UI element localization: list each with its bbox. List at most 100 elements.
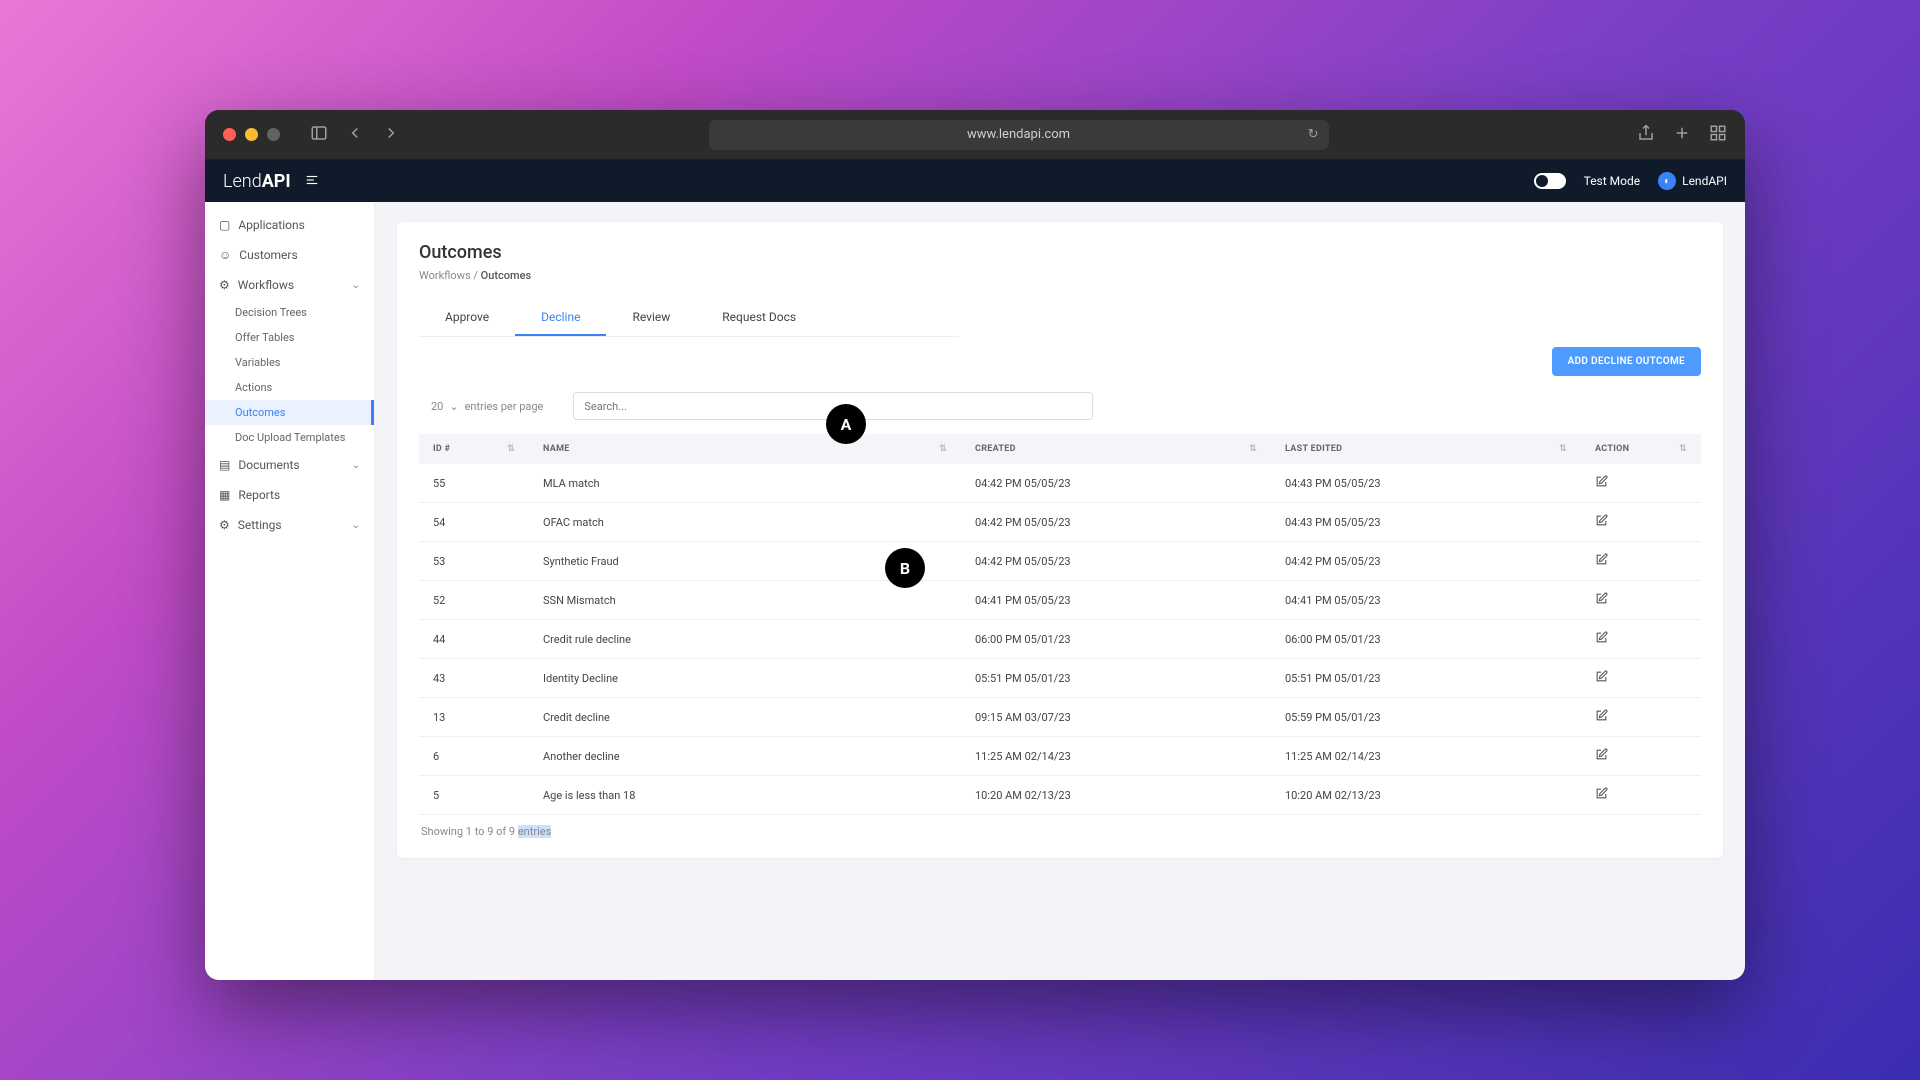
card: Outcomes Workflows / Outcomes ApproveDec… — [397, 222, 1723, 858]
reload-icon[interactable]: ↻ — [1308, 127, 1319, 142]
cell-last-edited: 04:42 PM 05/05/23 — [1271, 542, 1581, 581]
cell-last-edited: 06:00 PM 05/01/23 — [1271, 620, 1581, 659]
cell-name: OFAC match — [529, 503, 961, 542]
test-mode-label: Test Mode — [1584, 174, 1641, 188]
table-row: 6Another decline11:25 AM 02/14/2311:25 A… — [419, 737, 1701, 776]
browser-titlebar: www.lendapi.com ↻ — [205, 110, 1745, 160]
tab-approve[interactable]: Approve — [419, 300, 515, 336]
sidebar-subitem-variables[interactable]: Variables — [205, 350, 374, 375]
sidebar-item-label: Applications — [238, 218, 304, 232]
tenant-badge[interactable]: ◐ LendAPI — [1658, 172, 1727, 190]
page-size-value: 20 — [431, 400, 443, 413]
sidebar-item-settings[interactable]: ⚙ Settings ⌄ — [205, 510, 374, 540]
logo[interactable]: LendAPI — [223, 171, 319, 192]
window-maximize-button[interactable] — [267, 128, 280, 141]
annotation-marker-a: A — [826, 404, 866, 444]
edit-button[interactable] — [1581, 698, 1701, 737]
table-row: 52SSN Mismatch04:41 PM 05/05/2304:41 PM … — [419, 581, 1701, 620]
sidebar-subitem-offer-tables[interactable]: Offer Tables — [205, 325, 374, 350]
page-size-suffix: entries per page — [465, 400, 544, 413]
test-mode-toggle[interactable] — [1534, 173, 1566, 189]
sidebar-item-documents[interactable]: ▤ Documents ⌄ — [205, 450, 374, 480]
forward-button[interactable] — [382, 124, 400, 146]
cell-id: 44 — [419, 620, 529, 659]
sidebar-toggle-icon[interactable] — [310, 124, 328, 146]
cell-last-edited: 10:20 AM 02/13/23 — [1271, 776, 1581, 815]
share-icon[interactable] — [1637, 124, 1655, 146]
cell-created: 04:42 PM 05/05/23 — [961, 542, 1271, 581]
page-size-select[interactable]: 20 ⌄ entries per page — [419, 400, 543, 413]
edit-button[interactable] — [1581, 503, 1701, 542]
col-created[interactable]: CREATED⇅ — [961, 434, 1271, 464]
tabs-overview-icon[interactable] — [1709, 124, 1727, 146]
sidebar-subitem-decision-trees[interactable]: Decision Trees — [205, 300, 374, 325]
page-title: Outcomes — [419, 242, 1701, 263]
table-footer: Showing 1 to 9 of 9 entries — [419, 815, 1701, 840]
reports-icon: ▦ — [219, 488, 230, 502]
sort-icon: ⇅ — [507, 444, 515, 454]
add-decline-outcome-button[interactable]: ADD DECLINE OUTCOME — [1552, 347, 1701, 376]
tab-request-docs[interactable]: Request Docs — [696, 300, 822, 336]
tab-review[interactable]: Review — [606, 300, 696, 336]
sidebar-item-customers[interactable]: ☺ Customers — [205, 240, 374, 270]
breadcrumb-root[interactable]: Workflows — [419, 269, 471, 282]
window-close-button[interactable] — [223, 128, 236, 141]
table-row: 53Synthetic Fraud04:42 PM 05/05/2304:42 … — [419, 542, 1701, 581]
outcomes-table: ID #⇅ NAME⇅ CREATED⇅ LAST EDITED⇅ ACTION… — [419, 434, 1701, 815]
sidebar-item-workflows[interactable]: ⚙ Workflows ⌄ — [205, 270, 374, 300]
cell-name: Age is less than 18 — [529, 776, 961, 815]
main-content: Outcomes Workflows / Outcomes ApproveDec… — [375, 202, 1745, 980]
annotation-marker-b: B — [885, 548, 925, 588]
col-id[interactable]: ID #⇅ — [419, 434, 529, 464]
tab-decline[interactable]: Decline — [515, 300, 606, 336]
cell-last-edited: 04:43 PM 05/05/23 — [1271, 464, 1581, 503]
sort-icon: ⇅ — [1559, 444, 1567, 454]
new-tab-icon[interactable] — [1673, 124, 1691, 146]
edit-icon — [1595, 748, 1608, 761]
tenant-icon: ◐ — [1658, 172, 1676, 190]
app-header: LendAPI Test Mode ◐ LendAPI — [205, 160, 1745, 202]
customers-icon: ☺ — [219, 248, 231, 262]
cell-id: 43 — [419, 659, 529, 698]
edit-button[interactable] — [1581, 464, 1701, 503]
window-minimize-button[interactable] — [245, 128, 258, 141]
edit-button[interactable] — [1581, 737, 1701, 776]
window-controls — [223, 128, 280, 141]
edit-button[interactable] — [1581, 620, 1701, 659]
col-last-edited[interactable]: LAST EDITED⇅ — [1271, 434, 1581, 464]
edit-button[interactable] — [1581, 581, 1701, 620]
edit-button[interactable] — [1581, 659, 1701, 698]
col-name[interactable]: NAME⇅ — [529, 434, 961, 464]
cell-id: 54 — [419, 503, 529, 542]
sidebar-item-label: Customers — [239, 248, 297, 262]
sort-icon: ⇅ — [1679, 444, 1687, 454]
collapse-sidebar-icon[interactable] — [305, 171, 319, 192]
col-action: ACTION⇅ — [1581, 434, 1701, 464]
sidebar-subitem-actions[interactable]: Actions — [205, 375, 374, 400]
cell-created: 04:42 PM 05/05/23 — [961, 464, 1271, 503]
cell-created: 06:00 PM 05/01/23 — [961, 620, 1271, 659]
url-text: www.lendapi.com — [967, 127, 1070, 142]
chevron-down-icon: ⌄ — [449, 400, 458, 413]
documents-icon: ▤ — [219, 458, 230, 472]
breadcrumb-current: Outcomes — [481, 269, 531, 282]
url-bar[interactable]: www.lendapi.com ↻ — [709, 120, 1329, 150]
sidebar-subitem-outcomes[interactable]: Outcomes — [205, 400, 374, 425]
cell-id: 53 — [419, 542, 529, 581]
cell-name: Identity Decline — [529, 659, 961, 698]
edit-icon — [1595, 670, 1608, 683]
cell-last-edited: 11:25 AM 02/14/23 — [1271, 737, 1581, 776]
sidebar-subitem-doc-upload-templates[interactable]: Doc Upload Templates — [205, 425, 374, 450]
back-button[interactable] — [346, 124, 364, 146]
sidebar-item-applications[interactable]: ▢ Applications — [205, 210, 374, 240]
cell-created: 09:15 AM 03/07/23 — [961, 698, 1271, 737]
sidebar-item-reports[interactable]: ▦ Reports — [205, 480, 374, 510]
sidebar-item-label: Settings — [238, 518, 282, 532]
edit-button[interactable] — [1581, 542, 1701, 581]
cell-created: 10:20 AM 02/13/23 — [961, 776, 1271, 815]
sidebar-item-label: Documents — [238, 458, 299, 472]
sidebar-item-label: Reports — [238, 488, 280, 502]
edit-button[interactable] — [1581, 776, 1701, 815]
cell-name: MLA match — [529, 464, 961, 503]
browser-window: www.lendapi.com ↻ LendAPI Test Mode — [205, 110, 1745, 980]
